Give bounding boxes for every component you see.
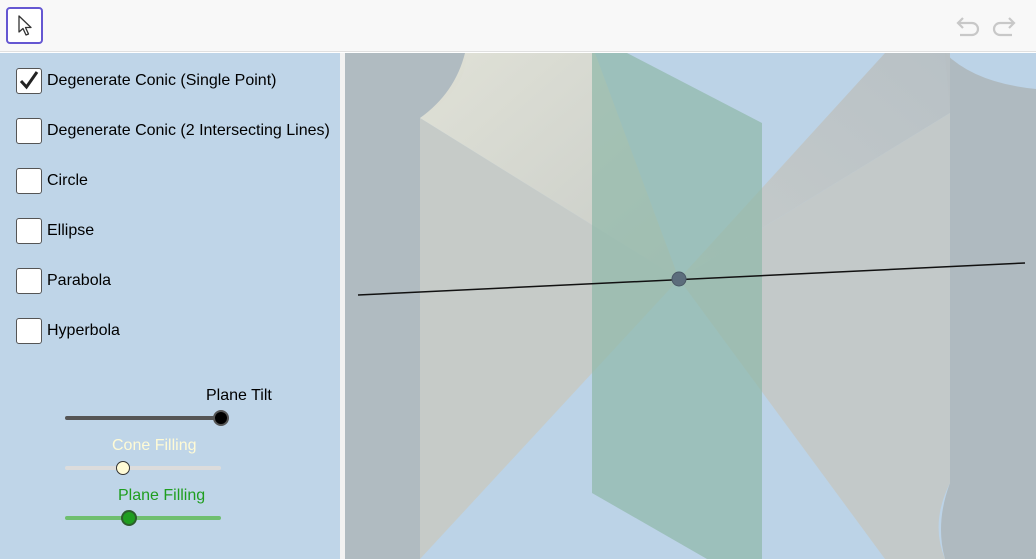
plane-tilt-slider[interactable]: Plane Tilt <box>60 387 272 427</box>
move-tool-button[interactable] <box>6 7 43 44</box>
cone-filling-slider[interactable]: Cone Filling <box>60 437 230 477</box>
checkbox-box[interactable] <box>16 218 42 244</box>
checkbox-label: Degenerate Conic (Single Point) <box>47 72 277 89</box>
graphics-3d-view[interactable] <box>345 53 1036 559</box>
slider-track[interactable] <box>65 416 221 420</box>
checkbox-label: Degenerate Conic (2 Intersecting Lines) <box>47 122 330 139</box>
checkbox-label: Ellipse <box>47 222 95 239</box>
redo-icon[interactable] <box>990 14 1018 38</box>
slider-thumb[interactable] <box>120 510 137 526</box>
toolbar <box>0 0 1036 52</box>
checkbox-circle[interactable]: Circle <box>16 167 88 195</box>
checkbox-label: Parabola <box>47 272 112 289</box>
3d-scene[interactable] <box>345 53 1036 559</box>
cutting-plane <box>592 53 762 559</box>
checkbox-box[interactable] <box>16 168 42 194</box>
algebra-panel: Degenerate Conic (Single Point) Degenera… <box>0 53 340 559</box>
checkbox-box[interactable] <box>16 68 42 94</box>
checkbox-ellipse[interactable]: Ellipse <box>16 217 94 245</box>
checkbox-single-point[interactable]: Degenerate Conic (Single Point) <box>16 67 276 95</box>
slider-track[interactable] <box>65 516 221 520</box>
undo-icon[interactable] <box>954 14 982 38</box>
checkmark-icon <box>19 71 39 90</box>
right-cylinder-surface <box>941 53 1036 559</box>
slider-label: Plane Tilt <box>206 387 272 404</box>
plane-filling-slider[interactable]: Plane Filling <box>60 487 230 527</box>
slider-track[interactable] <box>65 466 221 470</box>
checkbox-label: Circle <box>47 172 88 189</box>
checkbox-label: Hyperbola <box>47 322 120 339</box>
checkbox-intersecting-lines[interactable]: Degenerate Conic (2 Intersecting Lines) <box>16 117 330 145</box>
slider-label: Cone Filling <box>112 437 197 454</box>
checkbox-hyperbola[interactable]: Hyperbola <box>16 317 120 345</box>
slider-thumb[interactable] <box>213 410 229 426</box>
checkbox-parabola[interactable]: Parabola <box>16 267 111 295</box>
checkbox-box[interactable] <box>16 118 42 144</box>
vertex-point[interactable] <box>671 271 687 287</box>
checkbox-box[interactable] <box>16 318 42 344</box>
checkbox-box[interactable] <box>16 268 42 294</box>
slider-thumb[interactable] <box>115 461 130 475</box>
move-tool-arrow-icon <box>17 14 32 36</box>
slider-label: Plane Filling <box>118 487 206 504</box>
